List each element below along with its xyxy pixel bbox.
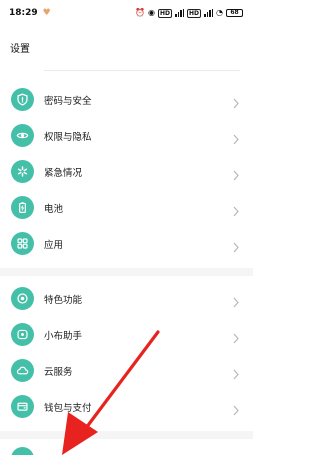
menu-item-battery[interactable]: 电池 xyxy=(0,190,253,226)
heart-icon: ♥ xyxy=(42,8,51,18)
chevron-right-icon xyxy=(233,94,239,113)
menu-item-label: 钱包与支付 xyxy=(44,403,92,414)
signal2-icon xyxy=(204,9,214,17)
menu-item-password-security[interactable]: 密码与安全 xyxy=(0,82,253,118)
cloud-icon xyxy=(11,359,34,382)
signal-icon xyxy=(175,9,184,17)
menu-item-label: 小布助手 xyxy=(44,331,83,342)
menu-item-label: 特色功能 xyxy=(44,295,83,306)
status-bar: 18:29 ♥ ⏰ ◉ HD HD ◔ 68 xyxy=(0,0,253,26)
battery-icon xyxy=(11,196,34,219)
chevron-right-icon xyxy=(233,130,239,149)
menu-item-permissions-privacy[interactable]: 权限与隐私 xyxy=(0,118,253,154)
hd-icon: HD xyxy=(157,8,172,18)
assistant-icon xyxy=(11,323,34,346)
shield-icon xyxy=(11,88,34,111)
alarm-icon: ⏰ xyxy=(135,8,145,17)
section-divider xyxy=(0,268,253,276)
menu-item-label: 紧急情况 xyxy=(44,168,83,179)
chevron-right-icon xyxy=(233,401,239,420)
target-icon xyxy=(11,287,34,310)
apps-grid-icon xyxy=(11,232,34,255)
menu-item-label: 云服务 xyxy=(44,367,73,378)
menu-item-assistant[interactable]: 小布助手 xyxy=(0,317,253,353)
divider xyxy=(44,70,240,71)
nfc-icon: ◉ xyxy=(148,8,155,17)
section-divider xyxy=(0,431,253,439)
status-time: 18:29 xyxy=(9,8,38,18)
chevron-right-icon xyxy=(233,202,239,221)
chevron-right-icon xyxy=(233,365,239,384)
menu-item-label: 应用 xyxy=(44,240,64,251)
menu-item-special-features[interactable]: 特色功能 xyxy=(0,281,253,317)
partial-item-icon xyxy=(11,447,34,455)
wifi-icon: ◔ xyxy=(216,8,223,17)
menu-item-emergency[interactable]: 紧急情况 xyxy=(0,154,253,190)
battery-status-icon: 68 xyxy=(226,9,243,17)
chevron-right-icon xyxy=(233,166,239,185)
chevron-right-icon xyxy=(233,238,239,257)
menu-item-wallet-payment[interactable]: 钱包与支付 xyxy=(0,389,253,425)
chevron-right-icon xyxy=(233,293,239,312)
chevron-right-icon xyxy=(233,329,239,348)
menu-item-partial[interactable] xyxy=(0,444,253,455)
menu-item-apps[interactable]: 应用 xyxy=(0,226,253,262)
menu-item-label: 权限与隐私 xyxy=(44,132,92,143)
menu-item-label: 电池 xyxy=(44,204,64,215)
wallet-icon xyxy=(11,395,34,418)
hd2-icon: HD xyxy=(187,8,202,18)
page-title: 设置 xyxy=(10,44,30,55)
menu-item-cloud-service[interactable]: 云服务 xyxy=(0,353,253,389)
sos-asterisk-icon xyxy=(11,160,34,183)
menu-item-label: 密码与安全 xyxy=(44,96,92,107)
eye-icon xyxy=(11,124,34,147)
